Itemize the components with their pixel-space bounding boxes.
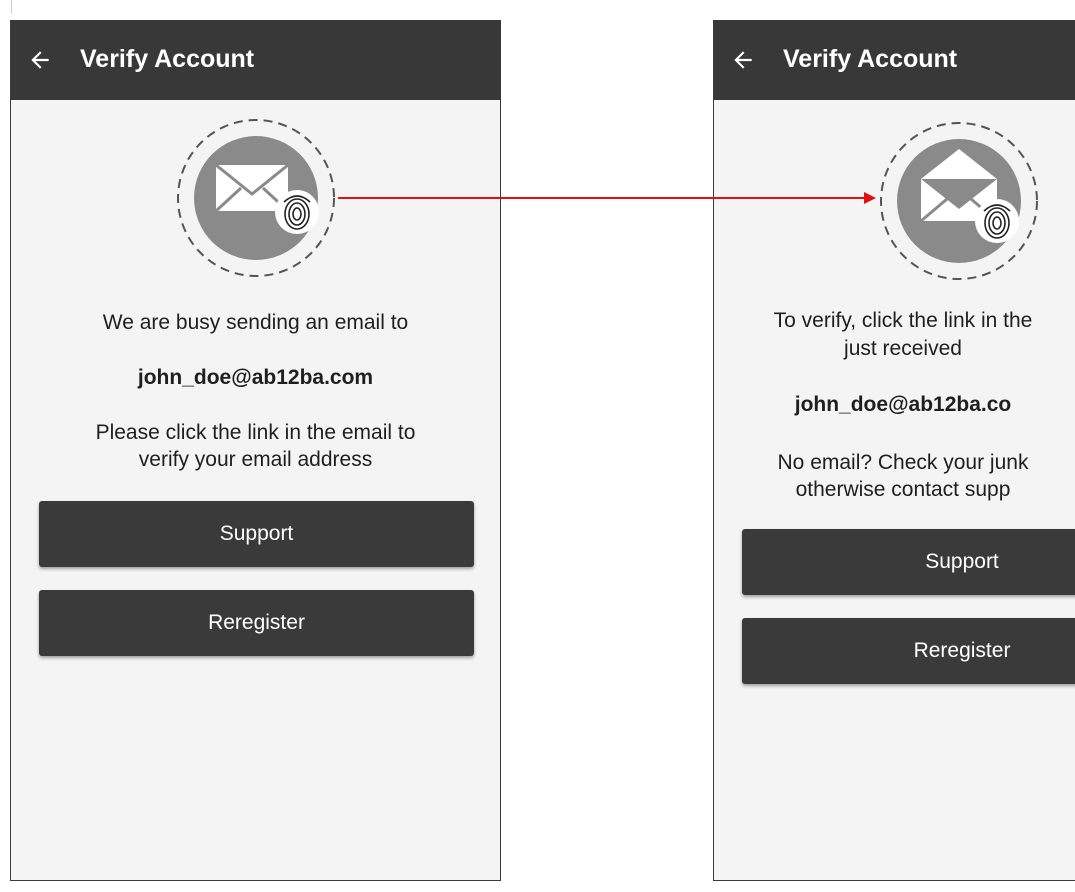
- edge-mark: [11, 0, 12, 14]
- page-title: Verify Account: [783, 45, 958, 73]
- email-address: john_doe@ab12ba.com: [137, 366, 374, 389]
- verify-screen-sending: Verify Account We are busy sending an em…: [10, 20, 501, 881]
- page-title: Verify Account: [80, 45, 255, 73]
- app-bar: Verify Account: [714, 21, 1075, 100]
- envelope-closed-fingerprint-icon: [177, 119, 335, 277]
- instruction-line-1: Please click the link in the email to: [95, 421, 416, 444]
- reregister-button[interactable]: Reregister: [742, 618, 1075, 684]
- status-message-line-2: just received: [844, 337, 962, 360]
- reregister-button[interactable]: Reregister: [39, 590, 474, 656]
- instruction-line-2: otherwise contact supp: [795, 478, 1011, 501]
- app-bar: Verify Account: [11, 21, 500, 100]
- status-message: We are busy sending an email to: [102, 311, 409, 334]
- support-button[interactable]: Support: [39, 501, 474, 567]
- verify-screen-received: Verify Account To verify, click the link…: [713, 20, 1075, 881]
- instruction-line-2: verify your email address: [138, 448, 373, 471]
- arrow-left-icon[interactable]: [27, 47, 53, 73]
- instruction-line-1: No email? Check your junk: [777, 451, 1029, 474]
- email-address: john_doe@ab12ba.co: [794, 393, 1012, 416]
- status-message: To verify, click the link in the: [773, 309, 1033, 332]
- envelope-open-fingerprint-icon: [880, 122, 1038, 280]
- arrow-left-icon[interactable]: [730, 47, 756, 73]
- support-button[interactable]: Support: [742, 529, 1075, 595]
